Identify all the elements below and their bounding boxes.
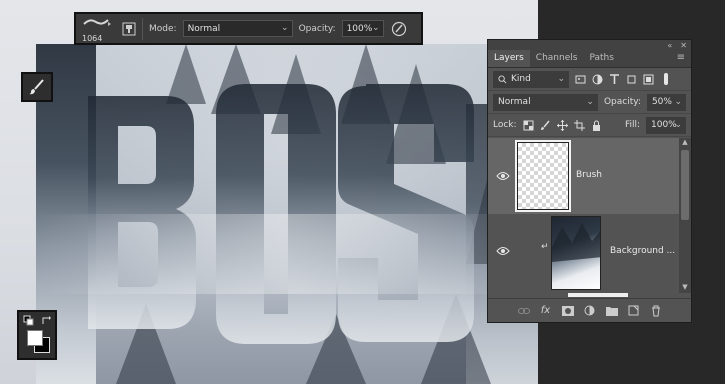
delete-layer-icon[interactable] [650, 305, 662, 317]
brush-icon [29, 79, 44, 95]
close-panel-icon[interactable]: ✕ [680, 41, 687, 50]
eye-icon[interactable] [496, 171, 510, 181]
chevron-down-icon: ⌄ [674, 96, 682, 107]
pixel-filter-icon[interactable] [575, 74, 586, 85]
scroll-thumb[interactable] [681, 150, 689, 220]
blend-mode-value: Normal [498, 97, 531, 107]
mode-value: Normal [187, 23, 221, 34]
shape-filter-icon[interactable] [626, 74, 637, 85]
brush-preset-picker[interactable]: 1064 [82, 15, 116, 43]
lock-label: Lock: [493, 120, 517, 130]
adjustment-layer-icon[interactable] [584, 305, 596, 317]
opacity-field[interactable]: 100% ⌄ [341, 20, 384, 37]
layer-name[interactable]: Brush [576, 170, 602, 180]
foreground-color-swatch[interactable] [27, 330, 43, 346]
layers-list: Brush ↵ Background ... [488, 138, 681, 293]
filter-toggle-icon[interactable] [660, 73, 671, 85]
brush-size-value: 1064 [82, 33, 103, 43]
divider [142, 17, 143, 40]
tab-layers[interactable]: Layers [488, 50, 530, 67]
fill-value: 100% [651, 120, 677, 130]
chevron-down-icon: ⌄ [557, 73, 565, 84]
eye-icon[interactable] [496, 246, 510, 256]
search-icon [498, 74, 507, 83]
chevron-down-icon: ⌄ [372, 23, 380, 33]
blend-mode-dropdown[interactable]: Normal ⌄ [493, 93, 598, 111]
panel-menu-icon[interactable]: ≡ [671, 50, 691, 67]
adjustment-filter-icon[interactable] [592, 74, 603, 85]
new-group-icon[interactable] [605, 305, 618, 317]
lock-transparent-icon[interactable] [523, 120, 534, 131]
brush-tool-button[interactable] [21, 72, 53, 102]
lock-row: Lock: Fill: 100% ⌄ [488, 114, 691, 137]
smart-object-filter-icon[interactable] [643, 74, 654, 85]
fill-field[interactable]: 100% ⌄ [646, 116, 686, 134]
swap-colors-icon[interactable] [41, 315, 53, 327]
layer-opacity-field[interactable]: 50% ⌄ [646, 93, 686, 111]
layer-thumbnail[interactable] [515, 140, 571, 212]
filter-kind-value: Kind [511, 74, 531, 84]
brush-tip-icon [83, 18, 111, 26]
opacity-label: Opacity: [298, 23, 336, 34]
brush-options-bar: 1064 Mode: Normal ⌄ Opacity: 100% ⌄ [74, 12, 423, 45]
lock-artboard-icon[interactable] [573, 119, 585, 131]
blend-row: Normal ⌄ Opacity: 50% ⌄ [488, 91, 691, 114]
chevron-down-icon: ⌄ [586, 96, 594, 107]
layer-opacity-value: 50% [651, 97, 672, 107]
panel-header: « ✕ [488, 40, 691, 50]
link-layers-icon[interactable] [517, 305, 530, 317]
layer-row-brush[interactable]: Brush [488, 138, 681, 214]
mode-dropdown[interactable]: Normal ⌄ [182, 20, 293, 37]
tab-channels[interactable]: Channels [530, 50, 584, 67]
layers-scrollbar[interactable]: ▲ ▼ [679, 138, 691, 293]
document-canvas[interactable] [0, 0, 538, 384]
panel-tabs: Layers Channels Paths ≡ [488, 50, 691, 68]
fill-label: Fill: [624, 120, 640, 130]
layer-style-fx-icon[interactable]: fx [540, 305, 552, 317]
mode-label: Mode: [149, 23, 177, 34]
filter-row: Kind ⌄ [488, 68, 691, 91]
lock-position-icon[interactable] [556, 119, 568, 131]
default-colors-icon[interactable] [23, 315, 35, 327]
scroll-up-icon[interactable]: ▲ [679, 138, 691, 148]
new-layer-icon[interactable] [628, 305, 640, 317]
layer-row-background[interactable]: ↵ Background ... [488, 214, 681, 293]
chevron-down-icon: ⌄ [674, 119, 682, 130]
layer-name[interactable]: Background ... [610, 246, 675, 256]
brush-settings-panel-icon[interactable] [122, 22, 136, 36]
filter-kind-dropdown[interactable]: Kind ⌄ [493, 70, 569, 88]
lock-all-icon[interactable] [591, 120, 602, 131]
artwork-letters [36, 44, 538, 384]
horizontal-scroll-indicator [568, 293, 628, 297]
panel-footer: fx [488, 298, 691, 322]
clipping-mask-icon: ↵ [541, 242, 549, 252]
pressure-opacity-icon[interactable] [390, 20, 408, 38]
layer-opacity-label: Opacity: [603, 97, 641, 107]
color-swatches [17, 310, 57, 360]
add-mask-icon[interactable] [561, 305, 574, 317]
lock-pixels-icon[interactable] [540, 120, 551, 131]
scroll-down-icon[interactable]: ▼ [679, 283, 691, 293]
layer-thumbnail[interactable] [551, 216, 601, 290]
chevron-down-icon: ⌄ [281, 23, 289, 33]
tab-paths[interactable]: Paths [583, 50, 619, 67]
opacity-value: 100% [346, 23, 373, 34]
collapse-panel-icon[interactable]: « [667, 41, 672, 50]
type-filter-icon[interactable] [609, 73, 620, 85]
layers-panel: « ✕ Layers Channels Paths ≡ Kind ⌄ Norma… [487, 39, 692, 323]
